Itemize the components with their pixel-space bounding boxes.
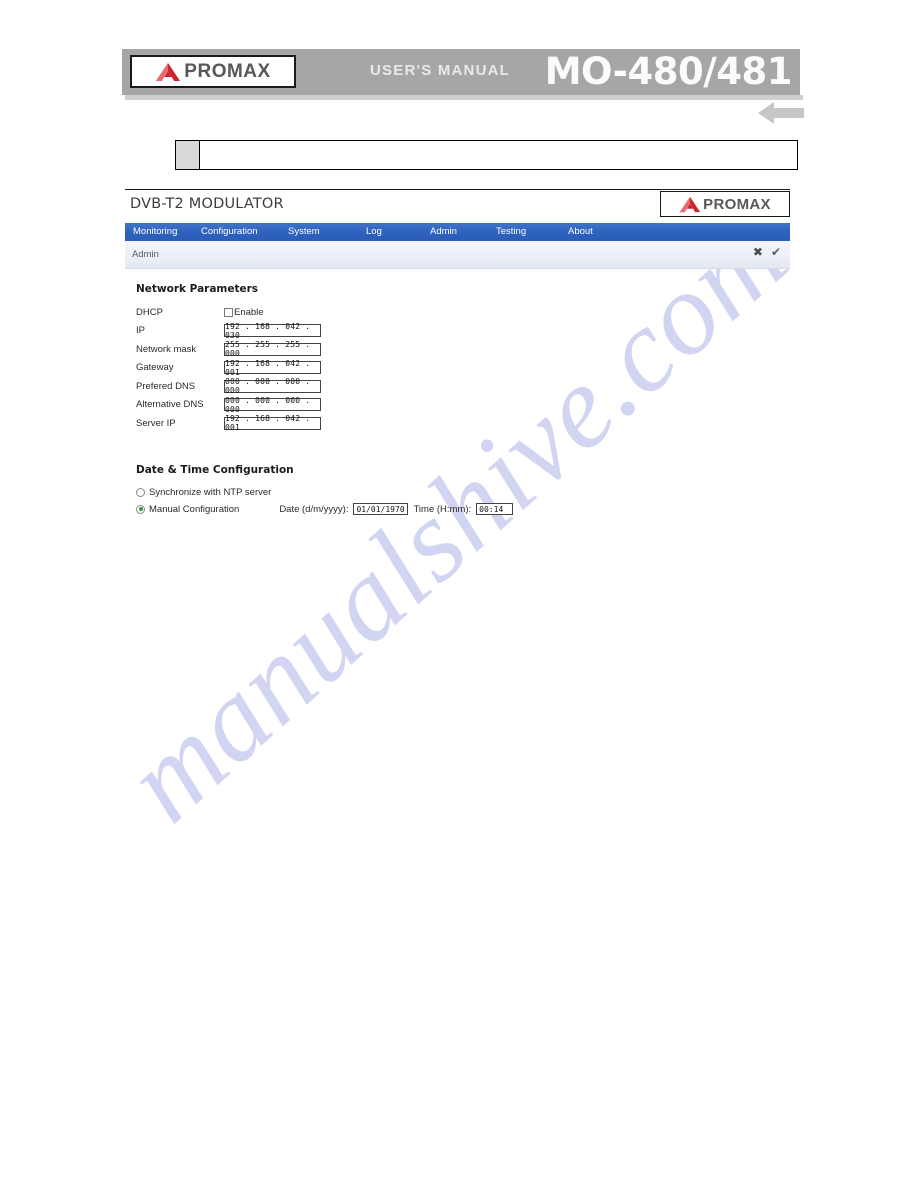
dhcp-enable-label[interactable]: Enable	[234, 307, 264, 318]
promax-triangle-icon	[156, 62, 181, 81]
ip-input[interactable]: 192 . 168 . 042 . 030	[224, 322, 321, 340]
prefered-dns-label: Prefered DNS	[136, 380, 196, 392]
ntp-radio-button[interactable]	[136, 487, 145, 497]
breadcrumb-label: Admin	[132, 249, 159, 260]
time-field-label: Time (H:mm):	[413, 503, 472, 515]
manual-option-label[interactable]: Manual Configuration	[149, 504, 239, 515]
datetime-heading: Date & Time Configuration	[136, 463, 294, 476]
date-input[interactable]: 01/01/1970	[353, 503, 409, 515]
ntp-option-row[interactable]: Synchronize with NTP server	[136, 484, 790, 501]
left-arrow-icon	[758, 102, 804, 124]
dhcp-row: DHCP Enable	[136, 303, 790, 322]
nav-item-admin[interactable]: Admin	[430, 226, 457, 237]
app-title-bar: DVB-T2 MODULATOR PROMAX	[125, 189, 790, 223]
manual-model-title: MO-480/481	[544, 50, 793, 93]
dhcp-enable-control[interactable]: Enable	[224, 307, 264, 318]
app-page-title: DVB-T2 MODULATOR	[130, 196, 284, 212]
caption-table-index-cell	[176, 141, 200, 169]
manual-radio-button[interactable]	[136, 504, 145, 514]
main-navigation-bar: Monitoring Configuration System Log Admi…	[125, 223, 790, 241]
promax-triangle-icon	[680, 196, 701, 212]
admin-form-area: Network Parameters DHCP Enable IP 192 . …	[125, 269, 790, 518]
prefered-dns-row: Prefered DNS 000 . 000 . 000 . 000	[136, 377, 790, 396]
app-promax-wordmark: PROMAX	[703, 195, 771, 213]
dhcp-label: DHCP	[136, 306, 163, 318]
gateway-label: Gateway	[136, 362, 174, 374]
manual-header-band: PROMAX USER'S MANUAL MO-480/481	[122, 49, 803, 100]
breadcrumb-actions: ✖ ✔	[753, 246, 781, 258]
nav-item-system[interactable]: System	[288, 226, 320, 237]
ip-row: IP 192 . 168 . 042 . 030	[136, 322, 790, 341]
cancel-icon[interactable]: ✖	[753, 246, 763, 258]
server-ip-row: Server IP 192 . 168 . 042 . 001	[136, 414, 790, 433]
caption-table	[175, 140, 798, 170]
date-field-label: Date (d/m/yyyy):	[279, 503, 349, 515]
manual-option-row[interactable]: Manual Configuration Date (d/m/yyyy): 01…	[136, 501, 790, 518]
promax-logo-box: PROMAX	[130, 55, 296, 88]
datetime-inputs-group: Date (d/m/yyyy): 01/01/1970 Time (H:mm):…	[279, 503, 514, 515]
dhcp-enable-checkbox[interactable]	[224, 307, 233, 317]
server-ip-input[interactable]: 192 . 168 . 042 . 001	[224, 414, 321, 432]
device-web-interface: DVB-T2 MODULATOR PROMAX Monitoring Confi…	[125, 189, 790, 518]
ntp-option-label[interactable]: Synchronize with NTP server	[149, 487, 271, 498]
network-mask-input[interactable]: 255 . 255 . 255 . 000	[224, 340, 321, 358]
network-mask-label: Network mask	[136, 343, 197, 355]
gateway-input[interactable]: 192 . 168 . 042 . 001	[224, 359, 321, 377]
nav-item-testing[interactable]: Testing	[496, 226, 526, 237]
nav-item-configuration[interactable]: Configuration	[201, 226, 258, 237]
server-ip-label: Server IP	[136, 417, 176, 429]
back-arrow-button[interactable]	[758, 100, 804, 131]
nav-item-about[interactable]: About	[568, 226, 593, 237]
gateway-row: Gateway 192 . 168 . 042 . 001	[136, 359, 790, 378]
prefered-dns-input[interactable]: 000 . 000 . 000 . 000	[224, 377, 321, 395]
caption-table-text-cell	[200, 141, 797, 169]
breadcrumb-action-bar: Admin ✖ ✔	[125, 241, 790, 269]
nav-item-monitoring[interactable]: Monitoring	[133, 226, 177, 237]
alternative-dns-label: Alternative DNS	[136, 399, 204, 411]
datetime-section: Date & Time Configuration Synchronize wi…	[136, 464, 790, 518]
time-input[interactable]: 00:14	[476, 503, 514, 515]
accept-icon[interactable]: ✔	[771, 246, 781, 258]
nav-item-log[interactable]: Log	[366, 226, 382, 237]
app-promax-logo: PROMAX	[660, 191, 790, 217]
network-parameters-heading: Network Parameters	[136, 283, 259, 295]
promax-wordmark: PROMAX	[184, 61, 271, 82]
alternative-dns-row: Alternative DNS 000 . 000 . 000 . 000	[136, 396, 790, 415]
ip-label: IP	[136, 325, 145, 337]
manual-subtitle: USER'S MANUAL	[370, 62, 511, 79]
alternative-dns-input[interactable]: 000 . 000 . 000 . 000	[224, 396, 321, 414]
network-mask-row: Network mask 255 . 255 . 255 . 000	[136, 340, 790, 359]
